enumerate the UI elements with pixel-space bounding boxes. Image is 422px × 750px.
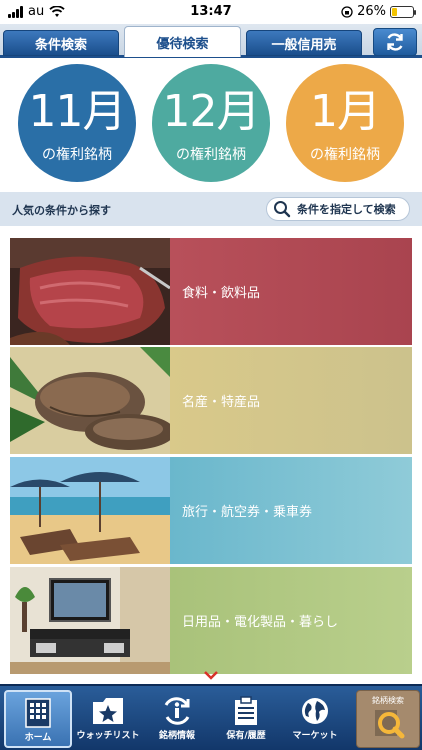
month-number: 1月 (310, 86, 381, 137)
nav-label: ホーム (24, 733, 52, 743)
month-caption: の権利銘柄 (310, 147, 380, 163)
category-label: 日用品・電化製品・暮らし (182, 615, 339, 630)
battery-icon (390, 5, 416, 18)
search-button-label: 条件を指定して検索 (297, 203, 396, 216)
folder-star-icon (93, 698, 123, 724)
mushroom-photo (10, 347, 170, 454)
month-number: 11月 (28, 86, 127, 137)
rights-month-selector: 11月 の権利銘柄 12月 の権利銘柄 1月 の権利銘柄 (0, 62, 422, 182)
orientation-lock-icon (341, 5, 353, 18)
living-room-photo (10, 567, 170, 674)
status-right: 26% (341, 4, 416, 19)
info-refresh-icon (164, 697, 190, 725)
popular-conditions-bar: 人気の条件から探す 条件を指定して検索 (0, 192, 422, 226)
category-daily-goods-electronics[interactable]: 日用品・電化製品・暮らし (10, 567, 412, 674)
category-label: 名産・特産品 (182, 395, 261, 410)
battery-percent: 26% (357, 4, 386, 19)
nav-watchlist[interactable]: ウォッチリスト (74, 690, 142, 748)
nav-home[interactable]: ホーム (4, 690, 72, 748)
month-caption: の権利銘柄 (176, 147, 246, 163)
nav-stock-search-button[interactable]: 銘柄検索 (356, 690, 420, 748)
nav-label: 銘柄情報 (158, 731, 195, 741)
clipboard-icon (235, 696, 257, 725)
beach-photo (10, 457, 170, 564)
search-icon (274, 201, 291, 218)
month-button-december[interactable]: 12月 の権利銘柄 (152, 64, 270, 182)
category-specialty-products[interactable]: 名産・特産品 (10, 347, 412, 454)
nav-market[interactable]: マーケット (281, 690, 349, 748)
tab-general-credit-sell[interactable]: 一般信用売 (246, 30, 362, 56)
category-label: 旅行・航空券・乗車券 (182, 505, 313, 520)
nav-label: マーケット (292, 731, 338, 741)
chevron-down-icon[interactable] (203, 670, 219, 680)
steak-photo (10, 238, 170, 345)
category-label: 食料・飲料品 (182, 286, 261, 301)
popular-conditions-label: 人気の条件から探す (12, 204, 111, 217)
home-grid-icon (25, 698, 51, 728)
nav-label: 保有/履歴 (226, 731, 266, 741)
status-bar: au 13:47 26% (0, 0, 422, 24)
refresh-button[interactable] (373, 28, 417, 56)
month-caption: の権利銘柄 (42, 147, 112, 163)
nav-label: ウォッチリスト (76, 731, 140, 741)
magnifier-icon (375, 710, 405, 739)
month-number: 12月 (162, 86, 261, 137)
refresh-icon (387, 33, 403, 51)
globe-icon (302, 698, 328, 724)
nav-stock-info[interactable]: 銘柄情報 (143, 690, 211, 748)
tab-yutai-search[interactable]: 優待検索 (124, 26, 241, 57)
category-food-drink[interactable]: 食料・飲料品 (10, 238, 412, 345)
bottom-navigation: ホーム ウォッチリスト 銘柄情報 保有/履歴 マーケット 銘柄検索 (0, 684, 422, 750)
tab-condition-search[interactable]: 条件検索 (3, 30, 119, 56)
month-button-january[interactable]: 1月 の権利銘柄 (286, 64, 404, 182)
specify-conditions-search-button[interactable]: 条件を指定して検索 (266, 197, 410, 221)
tab-bar: 条件検索 優待検索 一般信用売 (0, 24, 422, 58)
nav-holdings-history[interactable]: 保有/履歴 (212, 690, 280, 748)
month-button-november[interactable]: 11月 の権利銘柄 (18, 64, 136, 182)
category-travel-tickets[interactable]: 旅行・航空券・乗車券 (10, 457, 412, 564)
nav-search-label: 銘柄検索 (372, 696, 404, 705)
